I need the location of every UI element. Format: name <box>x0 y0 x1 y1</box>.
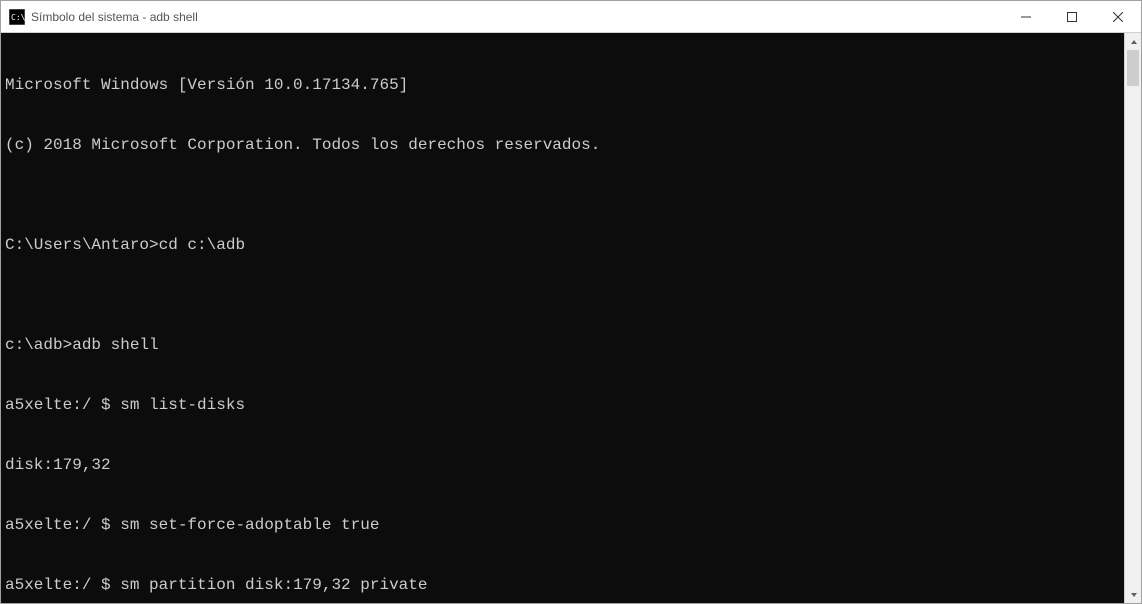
maximize-button[interactable] <box>1049 1 1095 32</box>
terminal-line: disk:179,32 <box>5 455 1120 475</box>
terminal-line: C:\Users\Antaro>cd c:\adb <box>5 235 1120 255</box>
terminal-line: (c) 2018 Microsoft Corporation. Todos lo… <box>5 135 1120 155</box>
terminal-line: a5xelte:/ $ sm partition disk:179,32 pri… <box>5 575 1120 595</box>
close-button[interactable] <box>1095 1 1141 32</box>
titlebar[interactable]: C:\ Símbolo del sistema - adb shell <box>1 1 1141 33</box>
terminal-output[interactable]: Microsoft Windows [Versión 10.0.17134.76… <box>1 33 1124 603</box>
svg-text:C:\: C:\ <box>11 13 25 22</box>
vertical-scrollbar[interactable] <box>1124 33 1141 603</box>
terminal-line: Microsoft Windows [Versión 10.0.17134.76… <box>5 75 1120 95</box>
scrollbar-thumb[interactable] <box>1127 50 1139 86</box>
window-controls <box>1003 1 1141 32</box>
terminal-line: c:\adb>adb shell <box>5 335 1120 355</box>
window-title: Símbolo del sistema - adb shell <box>31 10 1003 24</box>
cmd-icon: C:\ <box>9 9 25 25</box>
terminal-wrapper: Microsoft Windows [Versión 10.0.17134.76… <box>1 33 1141 603</box>
minimize-button[interactable] <box>1003 1 1049 32</box>
terminal-line: a5xelte:/ $ sm set-force-adoptable true <box>5 515 1120 535</box>
terminal-line: a5xelte:/ $ sm list-disks <box>5 395 1120 415</box>
scroll-up-button[interactable] <box>1125 33 1141 50</box>
scroll-down-button[interactable] <box>1125 586 1141 603</box>
scrollbar-track[interactable] <box>1125 50 1141 586</box>
command-prompt-window: C:\ Símbolo del sistema - adb shell Micr… <box>0 0 1142 604</box>
